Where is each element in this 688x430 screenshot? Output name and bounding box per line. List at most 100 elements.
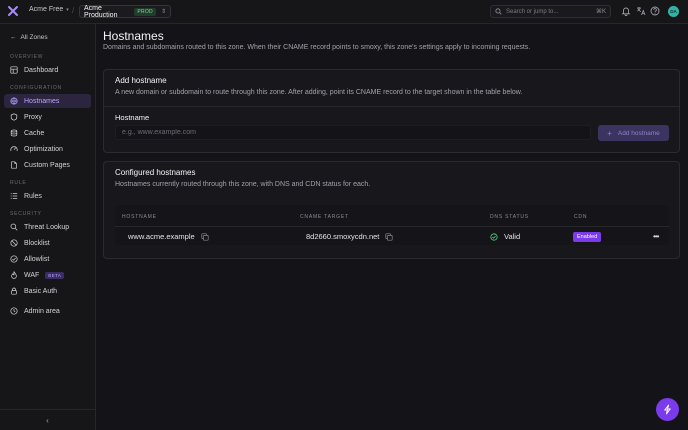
hostname-cell: www.acme.example: [128, 232, 209, 241]
column-header-dns-status: DNS STATUS: [490, 214, 529, 220]
file-icon: [11, 161, 17, 169]
sidebar-item-custom-pages[interactable]: Custom Pages: [4, 158, 91, 172]
cdn-status-badge: Enabled: [573, 232, 602, 242]
flame-icon: [11, 271, 17, 279]
plus-icon: +: [607, 128, 612, 138]
search-icon: [10, 223, 18, 231]
configured-hostnames-card: Configured hostnames Hostnames currently…: [103, 161, 680, 259]
lock-icon: [11, 287, 17, 295]
arrow-left-icon: ←: [10, 34, 17, 41]
sidebar-item-blocklist[interactable]: Blocklist: [4, 236, 91, 250]
sidebar: ← All Zones OVERVIEW Dashboard CONFIGURA…: [0, 24, 96, 430]
chevron-left-icon: ‹: [46, 415, 49, 425]
column-header-cdn: CDN: [574, 214, 588, 220]
sidebar-item-label: Custom Pages: [24, 161, 70, 169]
sidebar-item-waf[interactable]: WAF BETA: [4, 268, 91, 282]
shield-icon: [10, 113, 18, 121]
add-hostname-button-label: Add hostname: [617, 129, 660, 137]
hostname-field-label: Hostname: [115, 113, 150, 122]
zone-name: Acme Production: [84, 4, 118, 19]
back-to-zones-link[interactable]: ← All Zones: [10, 34, 48, 41]
gauge-icon: [10, 146, 18, 152]
lightning-icon: [664, 404, 671, 415]
app-logo-icon[interactable]: [7, 5, 19, 17]
add-hostname-card: Add hostname A new domain or subdomain t…: [103, 69, 680, 153]
cname-target-value: 8d2660.smoxycdn.net: [306, 232, 380, 241]
sidebar-item-hostnames[interactable]: Hostnames: [4, 94, 91, 108]
beta-badge: BETA: [45, 271, 65, 279]
sidebar-item-label: Basic Auth: [24, 287, 58, 295]
sidebar-item-label: Cache: [24, 129, 45, 137]
sidebar-item-admin-area[interactable]: Admin area: [4, 304, 91, 318]
sidebar-item-cache[interactable]: Cache: [4, 126, 91, 140]
hostname-input[interactable]: [115, 125, 591, 140]
check-circle-icon: [10, 255, 18, 263]
row-actions-menu-icon[interactable]: •••: [653, 232, 659, 241]
sidebar-item-rules[interactable]: Rules: [4, 189, 91, 203]
back-link-label: All Zones: [20, 34, 48, 41]
sidebar-item-threat-lookup[interactable]: Threat Lookup: [4, 220, 91, 234]
page-title: Hostnames: [103, 29, 164, 43]
copy-icon[interactable]: [201, 232, 209, 241]
add-hostname-button[interactable]: + Add hostname: [598, 125, 669, 141]
section-overview: OVERVIEW: [10, 54, 44, 60]
add-hostname-title: Add hostname: [115, 76, 167, 85]
hostname-value: www.acme.example: [128, 232, 195, 241]
ban-icon: [10, 239, 18, 247]
sidebar-item-optimization[interactable]: Optimization: [4, 142, 91, 156]
dns-status-value: Valid: [504, 232, 521, 241]
table-header-divider: [115, 226, 669, 227]
bell-icon[interactable]: [621, 6, 631, 16]
sidebar-item-proxy[interactable]: Proxy: [4, 110, 91, 124]
database-icon: [10, 129, 18, 137]
list-icon: [10, 193, 18, 199]
sidebar-item-label: Rules: [24, 192, 42, 200]
sidebar-item-label: WAF: [24, 271, 40, 279]
chevron-updown-icon: ⇕: [160, 9, 166, 15]
search-box[interactable]: Search or jump to... ⌘K: [490, 5, 611, 18]
globe-icon: [10, 97, 18, 105]
sidebar-item-label: Threat Lookup: [24, 223, 70, 231]
section-rule: RULE: [10, 180, 27, 186]
user-avatar[interactable]: DA: [668, 6, 679, 17]
sidebar-item-label: Allowlist: [24, 255, 50, 263]
dashboard-icon: [10, 66, 18, 74]
copy-icon[interactable]: [385, 232, 393, 241]
top-bar: Acme Free ▾ / Acme Production PROD ⇕ Sea…: [0, 0, 688, 24]
shield-check-icon: [10, 307, 18, 315]
cdn-cell: Enabled: [573, 232, 602, 242]
collapse-sidebar-button[interactable]: ‹: [0, 409, 95, 430]
configured-hostnames-description: Hostnames currently routed through this …: [115, 181, 371, 188]
cname-target-cell: 8d2660.smoxycdn.net: [306, 232, 393, 241]
add-hostname-description: A new domain or subdomain to route throu…: [115, 89, 523, 96]
help-icon[interactable]: [650, 6, 660, 16]
zone-env-badge: PROD: [134, 7, 156, 16]
sidebar-item-basic-auth[interactable]: Basic Auth: [4, 284, 91, 298]
sidebar-item-label: Dashboard: [24, 66, 59, 74]
search-placeholder: Search or jump to...: [506, 8, 559, 15]
quick-actions-button[interactable]: [656, 398, 679, 421]
sidebar-item-label: Hostnames: [24, 97, 60, 105]
configured-hostnames-title: Configured hostnames: [115, 168, 196, 177]
org-switcher[interactable]: Acme Free ▾: [29, 6, 69, 13]
dns-status-cell: Valid: [490, 232, 520, 241]
translate-icon[interactable]: [636, 6, 646, 16]
column-header-hostname: HOSTNAME: [122, 214, 157, 220]
search-shortcut: ⌘K: [595, 9, 606, 15]
sidebar-item-label: Blocklist: [24, 239, 50, 247]
hostnames-table: HOSTNAME CNAME TARGET DNS STATUS CDN www…: [115, 205, 669, 245]
card-divider: [104, 106, 679, 107]
search-icon: [495, 8, 502, 15]
sidebar-item-label: Optimization: [24, 145, 63, 153]
chevron-down-icon: ▾: [66, 6, 69, 13]
check-circle-icon: [490, 232, 498, 241]
column-header-cname-target: CNAME TARGET: [300, 214, 349, 220]
page-subtitle: Domains and subdomains routed to this zo…: [103, 44, 531, 51]
sidebar-item-label: Admin area: [24, 307, 60, 315]
breadcrumb-separator: /: [72, 6, 75, 15]
section-security: SECURITY: [10, 211, 42, 217]
zone-switcher[interactable]: Acme Production PROD ⇕: [79, 4, 171, 19]
org-name: Acme Free: [29, 6, 64, 13]
sidebar-item-dashboard[interactable]: Dashboard: [4, 63, 91, 77]
sidebar-item-allowlist[interactable]: Allowlist: [4, 252, 91, 266]
